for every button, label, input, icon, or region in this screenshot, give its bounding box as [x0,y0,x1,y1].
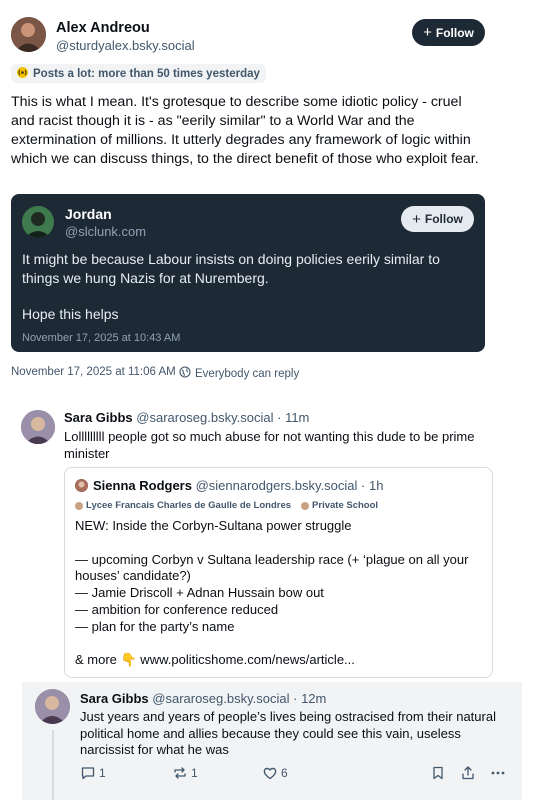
follow-label: Follow [424,212,463,226]
repost-count: 1 [191,766,198,780]
heart-icon [262,765,278,781]
author-name[interactable]: Jordan [65,206,112,222]
profile-labels: Lycee Francais Charles de Gaulle de Lond… [75,500,378,511]
more-options-button[interactable] [490,765,506,781]
ellipsis-icon [490,765,506,781]
bookmark-icon [430,765,446,781]
text-line-link[interactable]: & more 👇 www.politicshome.com/news/artic… [75,652,485,669]
globe-icon [179,366,191,381]
post-text-secondary: Hope this helps [22,306,119,322]
post-text: Lolllllllll people got so much abuse for… [64,429,475,461]
share-button[interactable] [460,765,476,781]
thread-line [52,730,54,800]
post-age: · 12m [293,691,327,706]
post-age: · 11m [277,410,310,425]
label-text: Lycee Francais Charles de Gaulle de Lond… [86,500,292,511]
label-chip[interactable]: Lycee Francais Charles de Gaulle de Lond… [75,500,291,511]
broadcast-icon [17,66,28,81]
quote-header: Sienna Rodgers @siennarodgers.bsky.socia… [93,478,383,493]
label-icon [301,501,310,510]
like-button[interactable]: 6 [262,765,288,781]
follow-button[interactable]: + Follow [401,206,474,232]
follow-button[interactable]: + Follow [412,19,485,46]
label-text: Private School [312,500,379,511]
post-actions: 1 1 6 [80,765,510,783]
reply-button[interactable]: 1 [80,765,106,781]
post-text: Just years and years of people’s lives b… [80,709,496,757]
post-timestamp: November 17, 2025 at 10:43 AM [22,332,181,344]
label-icon [75,501,83,510]
avatar[interactable] [21,410,55,444]
plus-icon: + [423,24,432,41]
author-name[interactable]: Sara Gibbs [64,410,133,425]
bookmark-button[interactable] [430,765,446,781]
author-handle[interactable]: @sararoseg.bsky.social [136,410,273,425]
reply-setting-label: Everybody can reply [195,367,300,380]
speech-bubble-icon [80,765,96,781]
label-chip[interactable]: Private School [301,500,378,511]
author-handle[interactable]: @sararoseg.bsky.social [152,691,289,706]
follow-label: Follow [435,25,474,40]
post-text: This is what I mean. It's grotesque to d… [11,94,479,167]
author-handle[interactable]: @siennarodgers.bsky.social [196,478,358,493]
activity-badge: Posts a lot: more than 50 times yesterda… [11,64,266,83]
post-timestamp: November 17, 2025 at 11:06 AM [11,366,176,378]
text-line: — plan for the party’s name [75,618,235,634]
reply-post[interactable]: Sara Gibbs @sararoseg.bsky.social · 12m … [22,682,522,800]
text-line: — upcoming Corbyn v Sultana leadership r… [75,551,469,584]
avatar[interactable] [35,689,70,724]
avatar[interactable] [22,206,54,238]
reply-header: Sara Gibbs @sararoseg.bsky.social · 12m [80,691,326,706]
author-handle[interactable]: @slclunk.com [65,224,146,239]
text-line: NEW: Inside the Corbyn-Sultana power str… [75,518,352,533]
avatar[interactable] [11,17,46,52]
plus-icon: + [412,210,421,228]
author-name[interactable]: Sara Gibbs [80,691,149,706]
reply-header: Sara Gibbs @sararoseg.bsky.social · 11m [64,410,309,425]
share-icon [460,765,476,781]
avatar[interactable] [75,479,88,492]
author-handle[interactable]: @sturdyalex.bsky.social [56,38,195,53]
quoted-post[interactable]: Jordan @slclunk.com + Follow It might be… [11,194,485,352]
text-line: — Jamie Driscoll + Adnan Hussain bow out [75,585,324,601]
quoted-post[interactable]: Sienna Rodgers @siennarodgers.bsky.socia… [64,467,493,678]
repost-icon [172,765,188,781]
post-text: NEW: Inside the Corbyn-Sultana power str… [75,518,485,669]
like-count: 6 [281,766,288,780]
repost-button[interactable]: 1 [172,765,198,781]
reply-count: 1 [99,766,106,780]
post-age: · 1h [361,478,384,493]
activity-badge-text: Posts a lot: more than 50 times yesterda… [33,67,260,80]
text-line: — ambition for conference reduced [75,601,279,617]
author-name[interactable]: Sienna Rodgers [93,478,192,493]
post-text: It might be because Labour insists on do… [22,251,440,286]
author-name[interactable]: Alex Andreou [56,20,150,36]
reply-setting[interactable]: Everybody can reply [179,366,299,381]
